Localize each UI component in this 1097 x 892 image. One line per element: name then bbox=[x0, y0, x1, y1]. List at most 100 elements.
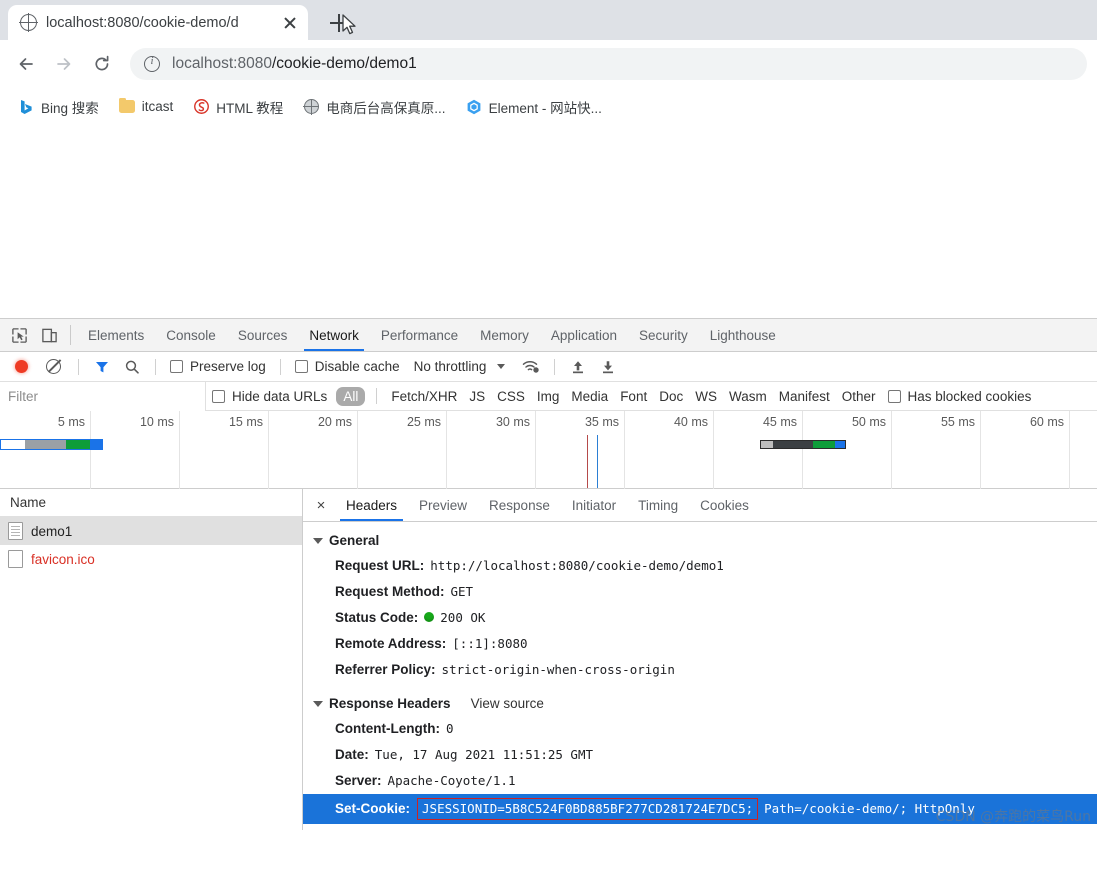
filter-input[interactable] bbox=[0, 381, 206, 411]
bookmark-element[interactable]: Element - 网站快... bbox=[458, 93, 610, 121]
filter-type-img[interactable]: Img bbox=[531, 389, 566, 404]
details-tab-cookies[interactable]: Cookies bbox=[689, 489, 760, 521]
filter-type-all[interactable]: All bbox=[336, 386, 366, 406]
html-tutorial-icon bbox=[193, 99, 209, 115]
timeline-tick: 55 ms bbox=[940, 415, 975, 429]
request-list: Name demo1 favicon.ico bbox=[0, 489, 303, 830]
filter-type-css[interactable]: CSS bbox=[491, 389, 531, 404]
tab-label: Elements bbox=[88, 327, 145, 343]
header-row-remote-address: Remote Address: [::1]:8080 bbox=[303, 631, 1097, 657]
network-toolbar: Preserve log Disable cache No throttling bbox=[0, 352, 1097, 382]
domcontentloaded-line bbox=[587, 435, 589, 488]
export-har-icon[interactable] bbox=[593, 359, 623, 375]
omnibox[interactable]: localhost:8080/cookie-demo/demo1 bbox=[130, 48, 1087, 80]
disable-cache-checkbox[interactable]: Disable cache bbox=[294, 359, 400, 374]
bookmark-bing[interactable]: Bing 搜索 bbox=[10, 93, 107, 121]
filter-type-wasm[interactable]: Wasm bbox=[723, 389, 773, 404]
filter-type-doc[interactable]: Doc bbox=[653, 389, 689, 404]
details-tab-timing[interactable]: Timing bbox=[627, 489, 689, 521]
record-icon[interactable] bbox=[15, 360, 28, 373]
details-tab-preview[interactable]: Preview bbox=[408, 489, 478, 521]
filter-type-other[interactable]: Other bbox=[836, 389, 882, 404]
folder-icon bbox=[118, 97, 135, 115]
device-toolbar-icon[interactable] bbox=[34, 319, 64, 351]
filter-type-manifest[interactable]: Manifest bbox=[773, 389, 836, 404]
tab-lighthouse[interactable]: Lighthouse bbox=[699, 319, 787, 351]
chevron-down-icon[interactable] bbox=[497, 364, 506, 369]
import-har-icon[interactable] bbox=[563, 359, 593, 375]
tab-label: Response bbox=[489, 497, 550, 513]
close-icon[interactable]: × bbox=[307, 489, 335, 521]
header-value: 200 OK bbox=[440, 610, 486, 625]
tab-sources[interactable]: Sources bbox=[227, 319, 299, 351]
tab-elements[interactable]: Elements bbox=[77, 319, 155, 351]
clear-icon[interactable] bbox=[46, 359, 61, 374]
bookmark-html-tutorial[interactable]: HTML 教程 bbox=[185, 93, 291, 121]
status-ok-icon bbox=[424, 612, 435, 622]
tab-console[interactable]: Console bbox=[155, 319, 227, 351]
wifi-settings-icon[interactable] bbox=[516, 358, 546, 375]
forward-arrow-icon bbox=[57, 58, 71, 70]
throttling-select[interactable]: No throttling bbox=[414, 359, 487, 374]
reload-button[interactable] bbox=[86, 48, 118, 80]
back-arrow-icon bbox=[19, 58, 33, 70]
close-glyph: × bbox=[316, 496, 326, 514]
has-blocked-cookies-checkbox[interactable]: Has blocked cookies bbox=[887, 389, 1031, 404]
tab-performance[interactable]: Performance bbox=[370, 319, 469, 351]
timeline-tick: 15 ms bbox=[228, 415, 263, 429]
request-name: demo1 bbox=[31, 523, 73, 539]
url-path: /cookie-demo/demo1 bbox=[271, 55, 417, 72]
filter-type-js[interactable]: JS bbox=[463, 389, 491, 404]
header-row-status-code: Status Code: 200 OK bbox=[303, 605, 1097, 631]
page-viewport bbox=[0, 126, 1097, 318]
tab-memory[interactable]: Memory bbox=[469, 319, 540, 351]
bookmark-label: Bing 搜索 bbox=[41, 100, 99, 116]
filter-type-fetch-xhr[interactable]: Fetch/XHR bbox=[385, 389, 463, 404]
hide-data-urls-checkbox[interactable]: Hide data URLs bbox=[212, 389, 327, 404]
filter-funnel-icon[interactable] bbox=[87, 359, 117, 375]
header-row-content-length: Content-Length: 0 bbox=[303, 716, 1097, 742]
reload-icon bbox=[95, 55, 109, 71]
view-source-link[interactable]: View source bbox=[471, 696, 544, 711]
preserve-log-label: Preserve log bbox=[190, 359, 266, 374]
network-overview-timeline[interactable]: 5 ms 10 ms 15 ms 20 ms 25 ms 30 ms 35 ms… bbox=[0, 411, 1097, 489]
site-info-icon[interactable] bbox=[144, 55, 160, 72]
bing-icon bbox=[18, 99, 34, 115]
details-tab-headers[interactable]: Headers bbox=[335, 489, 408, 521]
tab-security[interactable]: Security bbox=[628, 319, 699, 351]
request-list-header[interactable]: Name bbox=[0, 489, 302, 517]
details-tab-initiator[interactable]: Initiator bbox=[561, 489, 627, 521]
details-tab-response[interactable]: Response bbox=[478, 489, 561, 521]
timeline-tick: 40 ms bbox=[673, 415, 708, 429]
bookmark-itcast[interactable]: itcast bbox=[111, 95, 182, 119]
column-header-name: Name bbox=[10, 495, 47, 510]
tab-network[interactable]: Network bbox=[298, 319, 370, 351]
request-row-favicon[interactable]: favicon.ico bbox=[0, 545, 302, 573]
request-row-demo1[interactable]: demo1 bbox=[0, 517, 302, 545]
header-value: 0 bbox=[445, 721, 454, 736]
search-icon[interactable] bbox=[117, 359, 147, 375]
browser-window: localhost:8080/cookie-demo/d i localhost… bbox=[0, 0, 1097, 892]
header-name: Server: bbox=[335, 773, 382, 788]
inspect-element-icon[interactable] bbox=[4, 319, 34, 351]
filter-type-font[interactable]: Font bbox=[614, 389, 653, 404]
tab-application[interactable]: Application bbox=[540, 319, 628, 351]
header-name: Status Code: bbox=[335, 610, 419, 625]
headers-content: General Request URL: http://localhost:80… bbox=[303, 522, 1097, 830]
blank-document-icon bbox=[8, 550, 23, 568]
devtools-tabbar: Elements Console Sources Network Perform… bbox=[0, 319, 1097, 352]
details-tabbar: × Headers Preview Response Initiator Tim… bbox=[303, 489, 1097, 522]
request-name: favicon.ico bbox=[31, 551, 95, 567]
close-icon[interactable] bbox=[280, 13, 300, 33]
preserve-log-checkbox[interactable]: Preserve log bbox=[170, 359, 266, 374]
browser-tab[interactable]: localhost:8080/cookie-demo/d bbox=[8, 5, 308, 40]
header-row-set-cookie[interactable]: Set-Cookie: JSESSIONID=5B8C524F0BD885BF2… bbox=[303, 794, 1097, 824]
back-button[interactable] bbox=[10, 48, 42, 80]
forward-button[interactable] bbox=[48, 48, 80, 80]
filter-type-media[interactable]: Media bbox=[565, 389, 614, 404]
general-section-title[interactable]: General bbox=[303, 528, 1097, 553]
response-headers-section-title[interactable]: Response Headers View source bbox=[303, 683, 1097, 716]
filter-type-ws[interactable]: WS bbox=[689, 389, 723, 404]
bookmark-ecommerce[interactable]: 电商后台高保真原... bbox=[295, 93, 453, 121]
request-headers-section-title[interactable]: Request Headers View source bbox=[303, 824, 1097, 830]
